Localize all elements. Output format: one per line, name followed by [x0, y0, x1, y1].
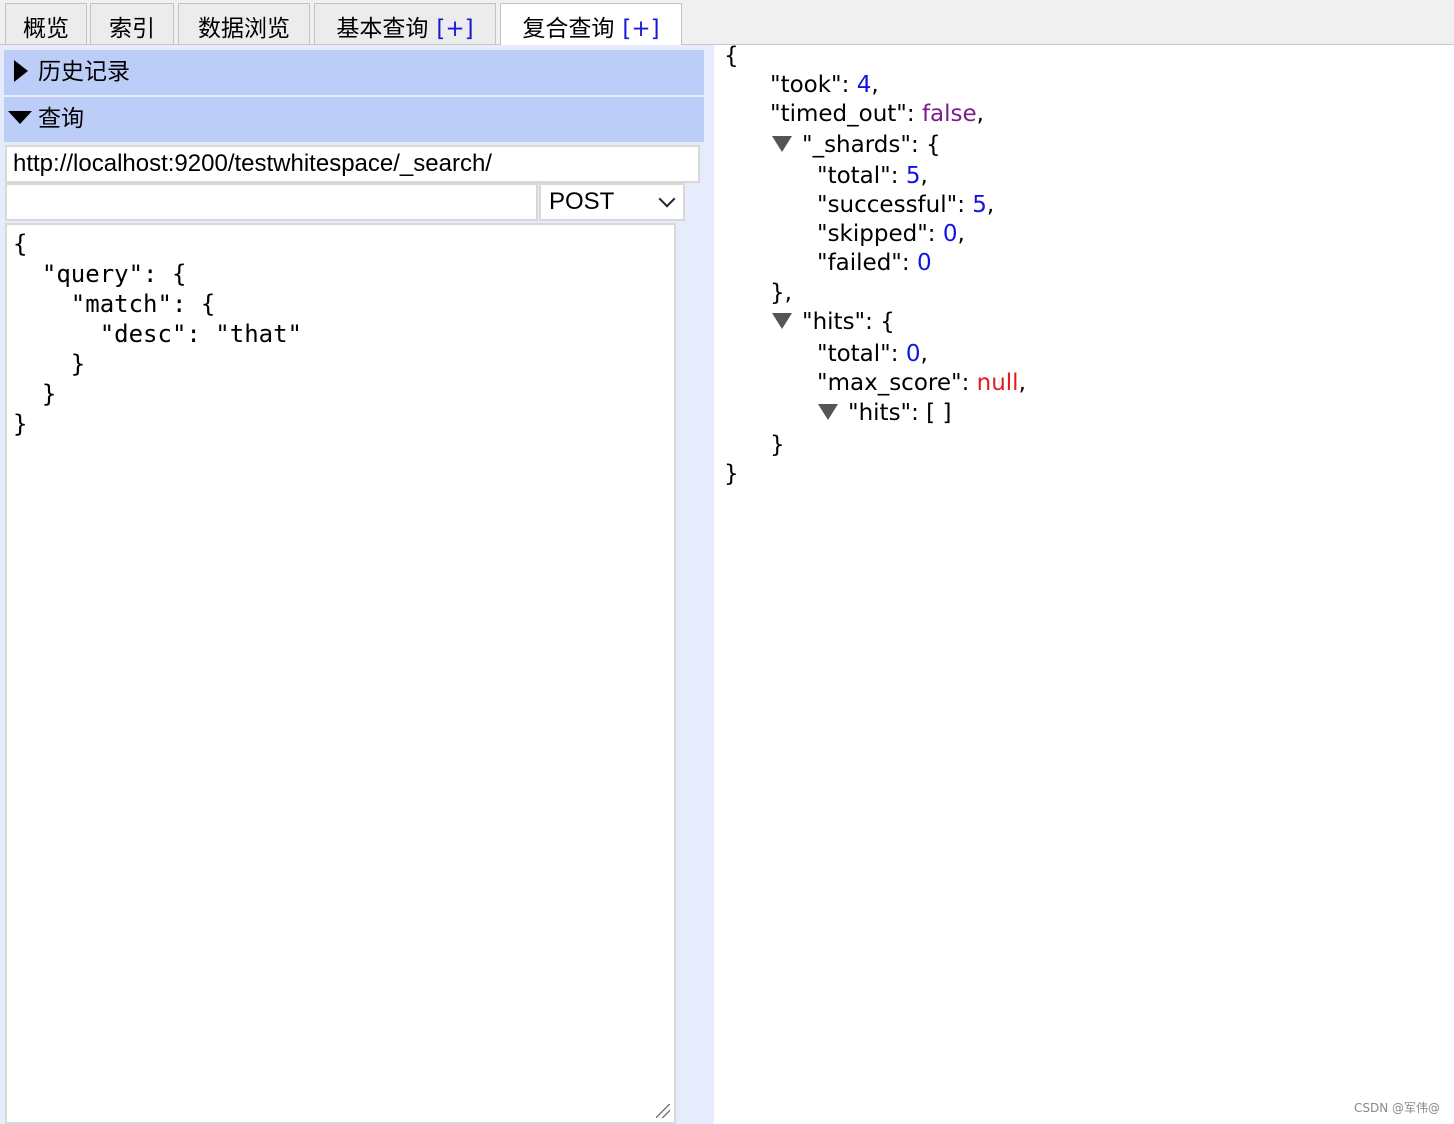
json-shards-total: "total": 5, — [817, 163, 928, 189]
json-shards-failed: "failed": 0 — [817, 248, 932, 278]
tab-label: 概览 — [23, 16, 69, 42]
tab-indices[interactable]: 索引 — [90, 3, 174, 44]
collapse-triangle-icon[interactable] — [772, 312, 792, 329]
json-key: "total": — [817, 341, 906, 367]
history-section-header[interactable]: 历史记录 — [4, 50, 704, 95]
json-number: 4 — [856, 72, 872, 98]
expand-arrow-icon — [14, 59, 28, 82]
url-input[interactable]: http://localhost:9200/testwhitespace/_se… — [5, 145, 700, 183]
json-number: 5 — [905, 163, 921, 189]
json-number: 0 — [905, 341, 921, 367]
method-value: POST — [549, 188, 615, 215]
request-body-editor[interactable]: { "query": { "match": { "desc": "that" }… — [5, 223, 676, 1124]
code-line: "desc": "that" — [13, 320, 302, 348]
footer-credit: CSDN @军伟@ — [1353, 1101, 1440, 1115]
json-timed-out: "timed_out": false, — [770, 101, 984, 127]
path-input[interactable] — [5, 183, 538, 221]
tab-compound-query[interactable]: 复合查询 [+] — [500, 3, 682, 46]
chevron-down-icon — [658, 190, 676, 208]
query-section-header[interactable]: 查询 — [4, 97, 704, 142]
tab-label: 索引 — [109, 16, 155, 42]
response-viewer: { "took": 4, "timed_out": false, "_shard… — [714, 43, 1454, 1124]
tab-label: 数据浏览 — [198, 16, 290, 42]
json-key: "hits": [ ] — [848, 400, 952, 426]
collapse-triangle-icon[interactable] — [818, 403, 838, 420]
json-number: 5 — [972, 192, 987, 218]
history-label: 历史记录 — [38, 59, 130, 85]
json-key: "hits": { — [802, 309, 895, 335]
json-key: "successful": — [817, 192, 973, 218]
json-shards: "_shards": { — [772, 130, 941, 160]
json-key: "skipped": — [817, 221, 943, 247]
query-label: 查询 — [38, 106, 84, 132]
code-line: "match": { — [13, 290, 216, 318]
json-key: "total": — [817, 163, 906, 189]
request-panel: 历史记录 查询 http://localhost:9200/testwhites… — [0, 45, 714, 1124]
json-max-score: "max_score": null, — [817, 370, 1026, 396]
collapse-triangle-icon[interactable] — [772, 135, 792, 152]
method-select[interactable]: POST — [539, 183, 685, 221]
tab-bar: 概览 索引 数据浏览 基本查询 [+] 复合查询 [+] — [0, 0, 1454, 46]
code-line: } — [13, 350, 86, 378]
tab-browser[interactable]: 数据浏览 — [178, 3, 310, 44]
tab-overview[interactable]: 概览 — [5, 3, 87, 44]
json-hits-close: } — [770, 432, 785, 458]
json-boolean: false — [921, 101, 977, 127]
json-shards-successful: "successful": 5, — [817, 192, 995, 218]
json-key: "took": — [770, 72, 857, 98]
json-shards-close: }, — [770, 280, 792, 306]
resize-grip-icon[interactable] — [656, 1104, 670, 1118]
tab-basic-query[interactable]: 基本查询 [+] — [314, 3, 496, 44]
tab-add-icon[interactable]: [+] — [622, 16, 659, 42]
code-line: "query": { — [13, 260, 187, 288]
json-hits-array: "hits": [ ] — [818, 398, 951, 428]
tab-add-icon[interactable]: [+] — [436, 16, 473, 42]
json-shards-skipped: "skipped": 0, — [817, 221, 965, 247]
code-line: { — [13, 230, 28, 258]
json-key: "failed": — [817, 250, 917, 276]
json-key: "timed_out": — [770, 101, 922, 127]
json-open-brace: { — [724, 43, 739, 69]
json-key: "_shards": { — [802, 132, 941, 158]
code-line: } — [13, 410, 28, 438]
json-null: null — [976, 370, 1019, 396]
code-line: } — [13, 380, 57, 408]
json-key: "max_score": — [817, 370, 977, 396]
tab-label: 复合查询 — [522, 16, 615, 42]
json-hits: "hits": { — [772, 307, 895, 337]
json-number: 0 — [916, 250, 932, 276]
json-close-brace: } — [724, 461, 739, 487]
json-took: "took": 4, — [770, 72, 879, 98]
json-hits-total: "total": 0, — [817, 341, 928, 367]
tab-label: 基本查询 — [336, 16, 429, 42]
collapse-arrow-icon — [8, 111, 32, 124]
json-number: 0 — [942, 221, 958, 247]
